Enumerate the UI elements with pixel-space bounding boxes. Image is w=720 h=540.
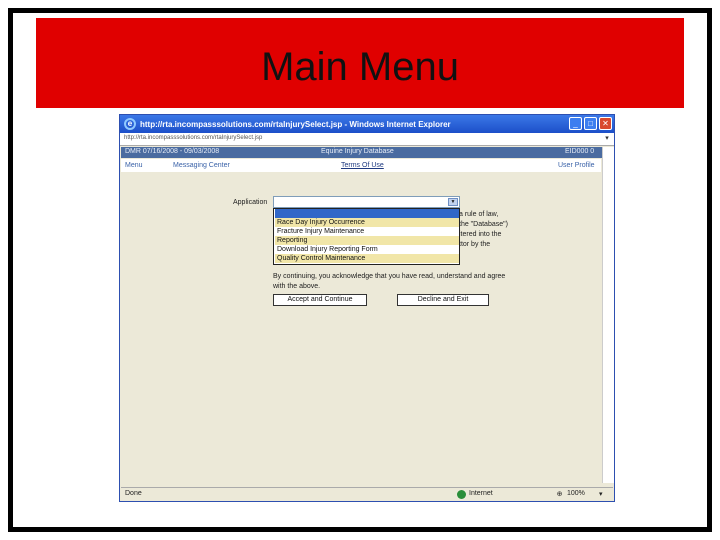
header-app-name: Equine Injury Database xyxy=(321,148,394,155)
description-line: the "Database") xyxy=(459,221,508,228)
application-select[interactable]: ▼ xyxy=(273,196,460,208)
header-user-id: EID000 0 xyxy=(565,148,595,155)
application-label: Application xyxy=(233,199,268,206)
status-bar: Done Internet ⊕ 100% ▾ xyxy=(121,487,613,500)
minimize-button[interactable]: _ xyxy=(569,117,582,130)
security-zone: Internet xyxy=(469,490,493,497)
globe-icon xyxy=(457,490,466,499)
maximize-button[interactable]: □ xyxy=(584,117,597,130)
vertical-scrollbar[interactable] xyxy=(602,147,614,483)
app-nav: Menu Messaging Center Terms Of Use User … xyxy=(121,159,601,172)
address-bar[interactable]: http://rta.incompasssolutions.com/rtaInj… xyxy=(120,133,614,146)
dropdown-option[interactable]: Reporting xyxy=(275,236,459,245)
decline-exit-button[interactable]: Decline and Exit xyxy=(397,294,489,306)
close-button[interactable]: ✕ xyxy=(599,117,612,130)
ie-logo-icon: e xyxy=(124,118,136,130)
zoom-icon: ⊕ xyxy=(556,491,563,498)
header-date-range: DMR 07/16/2008 - 09/03/2008 xyxy=(125,148,220,155)
chevron-down-icon[interactable]: ▼ xyxy=(448,198,458,206)
dropdown-option[interactable]: Race Day Injury Occurrence xyxy=(275,218,459,227)
nav-terms-of-use[interactable]: Terms Of Use xyxy=(341,162,384,169)
address-text: http://rta.incompasssolutions.com/rtaInj… xyxy=(124,135,263,141)
nav-user-profile[interactable]: User Profile xyxy=(558,162,595,169)
app-header: DMR 07/16/2008 - 09/03/2008 Equine Injur… xyxy=(121,147,613,158)
description-text: a rule of law, the "Database") itered in… xyxy=(459,210,525,250)
nav-menu[interactable]: Menu xyxy=(125,162,143,169)
zoom-level[interactable]: 100% xyxy=(567,490,585,497)
accept-continue-button[interactable]: Accept and Continue xyxy=(273,294,367,306)
content-area: Application ▼ Race Day Injury Occurrence… xyxy=(121,172,601,478)
description-line: a rule of law, xyxy=(459,211,499,218)
ie-window: e http://rta.incompasssolutions.com/rtaI… xyxy=(119,114,615,502)
description-line: itered into the xyxy=(459,231,502,238)
address-dropdown-icon[interactable]: ▾ xyxy=(602,134,612,144)
acknowledgement-text: By continuing, you acknowledge that you … xyxy=(273,273,506,290)
description-line: ttor by the xyxy=(459,241,491,248)
nav-messaging-center[interactable]: Messaging Center xyxy=(173,162,230,169)
window-titlebar[interactable]: e http://rta.incompasssolutions.com/rtaI… xyxy=(120,115,614,133)
slide-title: Main Menu xyxy=(261,44,459,89)
dropdown-option[interactable]: Download Injury Reporting Form xyxy=(275,245,459,254)
application-dropdown-list: Race Day Injury Occurrence Fracture Inju… xyxy=(273,208,460,265)
dropdown-option[interactable]: Fracture Injury Maintenance xyxy=(275,227,459,236)
window-controls: _ □ ✕ xyxy=(569,117,612,130)
zoom-dropdown-icon[interactable]: ▾ xyxy=(599,490,603,498)
title-banner: Main Menu xyxy=(36,18,684,108)
dropdown-option[interactable]: Quality Control Maintenance xyxy=(275,254,459,263)
window-title: http://rta.incompasssolutions.com/rtaInj… xyxy=(140,119,451,129)
dropdown-option[interactable] xyxy=(275,209,459,218)
status-text: Done xyxy=(125,490,142,497)
